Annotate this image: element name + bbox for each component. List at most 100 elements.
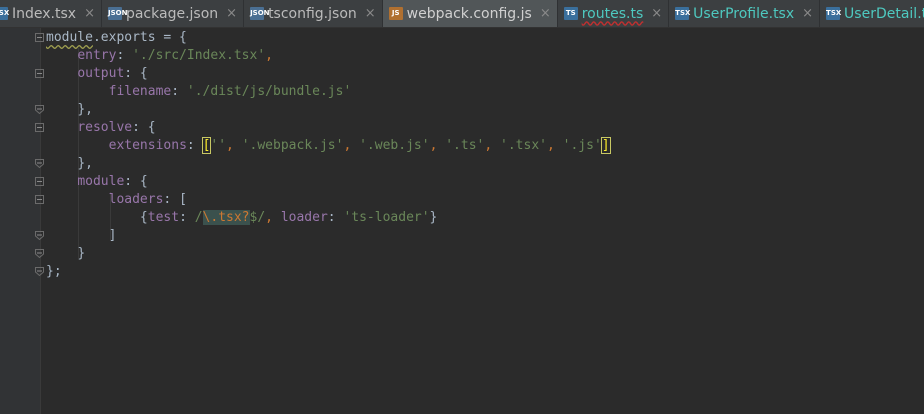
close-icon[interactable]: ×: [365, 6, 376, 21]
tab-label: tsconfig.json: [268, 5, 357, 22]
json-file-icon: JSON: [107, 7, 127, 20]
tab-userprofile-tsx[interactable]: TSX UserProfile.tsx ×: [669, 0, 821, 27]
code-line-4: filename: './dist/js/bundle.js': [46, 83, 610, 101]
code-token: : {: [124, 174, 148, 189]
code-line-5: },: [46, 101, 610, 119]
fold-marker-icon[interactable]: [35, 159, 44, 168]
json-file-icon: JSON: [250, 7, 270, 20]
code-token: loader: [280, 210, 328, 225]
tab-package-json[interactable]: JSON package.json ×: [102, 0, 245, 27]
code-token: '.web.js': [359, 138, 430, 153]
line-gutter: [0, 28, 41, 414]
fold-marker-icon[interactable]: [35, 33, 44, 42]
code-token: module: [46, 30, 93, 45]
code-token: loaders: [108, 192, 164, 207]
close-icon[interactable]: ×: [651, 6, 662, 21]
tab-label: UserProfile.tsx: [693, 5, 795, 22]
close-icon[interactable]: ×: [802, 6, 813, 21]
code-token: ,: [429, 138, 446, 153]
fold-marker-icon[interactable]: [35, 177, 44, 186]
code-token: output: [77, 66, 125, 81]
fold-marker-icon[interactable]: [35, 195, 44, 204]
code-token: }: [429, 210, 438, 225]
close-icon[interactable]: ×: [226, 6, 237, 21]
code-token: ,: [343, 138, 360, 153]
editor-tab-bar: TSXIndex.tsx×JSONpackage.json×JSONtsconf…: [0, 0, 924, 28]
code-token: :: [186, 138, 203, 153]
code-token: 'ts-loader': [343, 210, 430, 225]
code-line-12: ]: [46, 227, 610, 245]
code-token: ,: [226, 138, 242, 153]
tab-label: Index.tsx: [12, 5, 77, 22]
code-line-9: module: {: [46, 173, 610, 191]
code-token: extensions: [108, 138, 187, 153]
tab-label: UserDetail.tsx: [844, 5, 924, 22]
ts-file-icon: TS: [563, 7, 578, 20]
code-token: :: [327, 210, 344, 225]
code-token: },: [77, 102, 93, 117]
fold-marker-icon[interactable]: [35, 249, 44, 258]
code-token: '.js': [562, 138, 602, 153]
code-line-1: module.exports = {: [46, 29, 610, 47]
code-line-7: extensions: ['', '.webpack.js', '.web.js…: [46, 137, 611, 155]
code-line-10: loaders: [: [46, 191, 610, 209]
fold-marker-icon[interactable]: [35, 231, 44, 240]
code-token: ,: [265, 210, 281, 225]
code-token: ]: [108, 228, 117, 243]
tab-userdetail-tsx[interactable]: TSXUserDetail.tsx×: [820, 0, 924, 27]
js-file-icon: JS: [388, 7, 403, 20]
tab-routes-ts[interactable]: TS routes.ts ×: [558, 0, 670, 27]
code-token: '.tsx': [500, 138, 547, 153]
tsx-file-icon: TSX: [675, 7, 690, 20]
code-line-14: };: [46, 263, 610, 281]
code-token: /: [194, 210, 203, 225]
code-line-13: }: [46, 245, 610, 263]
code-token: '.ts': [445, 138, 485, 153]
regex-highlight: \.tsx?: [202, 210, 250, 225]
code-token: : [: [163, 192, 187, 207]
code-token: },: [77, 156, 93, 171]
code-token: ,: [484, 138, 501, 153]
tab-index-tsx[interactable]: TSXIndex.tsx ×: [0, 0, 102, 27]
code-token: './dist/js/bundle.js': [186, 84, 352, 99]
code-token: '': [210, 138, 227, 153]
code-line-2: entry: './src/Index.tsx',: [46, 47, 610, 65]
code-token: '.webpack.js': [241, 138, 344, 153]
fold-marker-icon[interactable]: [35, 123, 44, 132]
tsx-file-icon: TSX: [826, 7, 841, 20]
fold-marker-icon[interactable]: [35, 69, 44, 78]
code-line-3: output: {: [46, 65, 610, 83]
code-token: {: [139, 210, 148, 225]
code-token: };: [46, 264, 62, 279]
code-token: resolve: [77, 120, 133, 135]
code-line-11: {test: /\.tsx?$/, loader: 'ts-loader'}: [46, 209, 610, 227]
code-token: $/: [249, 210, 266, 225]
code-token: : {: [124, 66, 148, 81]
tab-label: routes.ts: [581, 5, 644, 22]
tab-webpack-config-js[interactable]: JS webpack.config.js ×: [382, 0, 558, 27]
code-token: entry: [77, 48, 117, 63]
code-line-8: },: [46, 155, 610, 173]
code-token: : {: [132, 120, 156, 135]
close-icon[interactable]: ×: [84, 6, 95, 21]
tab-label: webpack.config.js: [406, 5, 532, 22]
tsx-file-icon: TSX: [0, 7, 9, 20]
tab-label: package.json: [125, 5, 219, 22]
code-token: filename: [108, 84, 172, 99]
fold-marker-icon[interactable]: [35, 267, 44, 276]
tab-tsconfig-json[interactable]: JSON tsconfig.json ×: [244, 0, 383, 27]
close-icon[interactable]: ×: [540, 6, 551, 21]
code-editor[interactable]: module.exports = { entry: './src/Index.t…: [46, 29, 611, 281]
code-line-6: resolve: {: [46, 119, 610, 137]
code-token: module: [77, 174, 125, 189]
fold-marker-icon[interactable]: [35, 105, 44, 114]
code-token: ,: [265, 48, 273, 63]
code-token: ,: [546, 138, 563, 153]
code-token: :: [116, 48, 133, 63]
code-token: './src/Index.tsx': [132, 48, 266, 63]
code-token: }: [77, 246, 86, 261]
bracket-match: ]: [600, 137, 611, 154]
code-token: :: [179, 210, 195, 225]
code-token: :: [171, 84, 187, 99]
code-token: .exports = {: [92, 30, 187, 45]
